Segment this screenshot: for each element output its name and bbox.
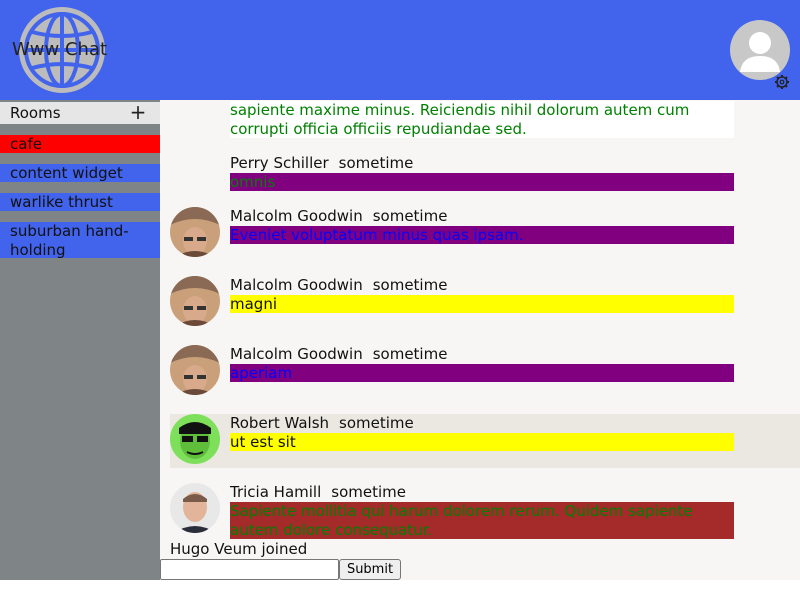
message-text: Sapiente mollitia qui harum dolorem reru… bbox=[230, 502, 734, 539]
message-time: sometime bbox=[372, 345, 448, 363]
room-item-content-widget[interactable]: content widget bbox=[0, 164, 160, 182]
avatar-photo-icon bbox=[170, 207, 220, 257]
message-meta: Robert Walsh sometime bbox=[230, 414, 414, 433]
user-silhouette-icon bbox=[740, 32, 780, 72]
message-text: sapiente maxime minus. Reiciendis nihil … bbox=[230, 101, 734, 138]
avatar-photo-icon bbox=[170, 414, 220, 464]
message-author: Robert Walsh bbox=[230, 414, 330, 432]
message-time: sometime bbox=[339, 414, 414, 432]
room-item-warlike-thrust[interactable]: warlike thrust bbox=[0, 193, 160, 211]
avatar bbox=[170, 207, 220, 257]
message-input[interactable] bbox=[160, 559, 339, 580]
message-meta: Perry Schiller sometime bbox=[230, 154, 413, 173]
app-title: Www Chat bbox=[12, 39, 108, 60]
message-meta: Malcolm Goodwin sometime bbox=[230, 276, 447, 295]
message-text: aperiam bbox=[230, 364, 734, 382]
message-author: Perry Schiller bbox=[230, 154, 329, 172]
message-text: Eveniet voluptatum minus quas ipsam. bbox=[230, 226, 734, 244]
message-author: Malcolm Goodwin bbox=[230, 276, 363, 294]
message-author: Malcolm Goodwin bbox=[230, 207, 363, 225]
message-time: sometime bbox=[372, 207, 448, 225]
message-text: omnis bbox=[230, 173, 734, 191]
submit-button[interactable]: Submit bbox=[339, 559, 401, 580]
rooms-heading: Rooms bbox=[10, 104, 61, 122]
avatar bbox=[170, 414, 220, 464]
message-text: ut est sit bbox=[230, 433, 734, 451]
message-text: magni bbox=[230, 295, 734, 313]
avatar-photo-icon bbox=[170, 345, 220, 395]
message-meta: Malcolm Goodwin sometime bbox=[230, 345, 447, 364]
message-time: sometime bbox=[338, 154, 414, 172]
room-item-suburban-hand-holding[interactable]: suburban hand-holding bbox=[0, 222, 160, 259]
room-item-cafe[interactable]: cafe bbox=[0, 135, 160, 153]
join-notice: Hugo Veum joined bbox=[170, 540, 308, 558]
message-meta: Tricia Hamill sometime bbox=[230, 483, 406, 502]
message-meta: Malcolm Goodwin sometime bbox=[230, 207, 447, 226]
message-author: Malcolm Goodwin bbox=[230, 345, 363, 363]
avatar-photo-icon bbox=[170, 276, 220, 326]
message-author: Tricia Hamill bbox=[230, 483, 322, 501]
message-list: sapiente maxime minus. Reiciendis nihil … bbox=[160, 100, 800, 580]
message-time: sometime bbox=[372, 276, 448, 294]
avatar bbox=[170, 345, 220, 395]
gear-icon[interactable] bbox=[774, 74, 790, 90]
avatar-photo-icon bbox=[170, 483, 220, 533]
message-time: sometime bbox=[331, 483, 406, 501]
rooms-sidebar: Rooms + cafe content widget warlike thru… bbox=[0, 100, 160, 580]
add-room-button[interactable]: + bbox=[128, 102, 148, 122]
rooms-header: Rooms + bbox=[0, 102, 160, 124]
avatar bbox=[170, 483, 220, 533]
user-avatar[interactable] bbox=[730, 20, 790, 80]
app-header: Www Chat bbox=[0, 0, 800, 100]
avatar bbox=[170, 276, 220, 326]
